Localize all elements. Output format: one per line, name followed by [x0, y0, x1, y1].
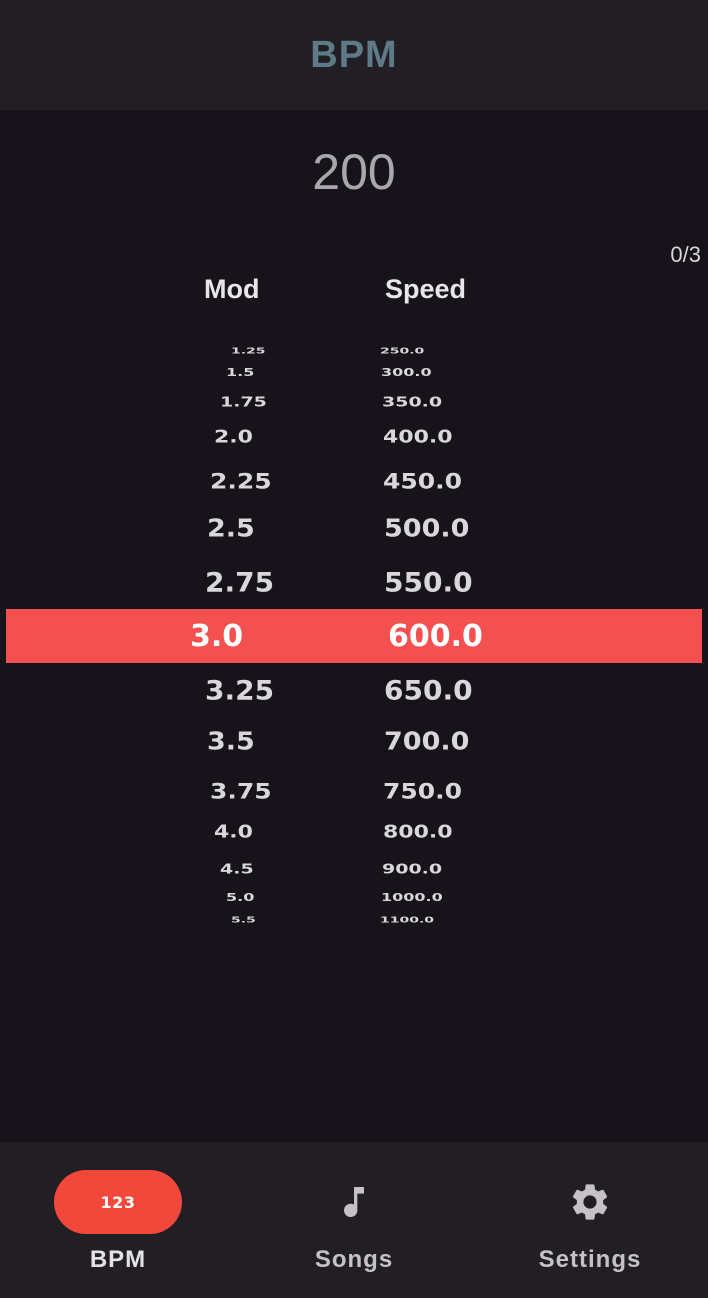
picker-row[interactable]: 5.5 1100.0 — [0, 914, 708, 926]
picker-mod-value: 2.5 — [207, 514, 255, 544]
picker-speed-value: 750.0 — [383, 778, 463, 804]
picker-speed-value: 300.0 — [381, 366, 432, 380]
picker-mod-value: 2.0 — [214, 427, 253, 448]
picker-row[interactable]: 3.75 750.0 — [0, 774, 708, 808]
column-header-speed: Speed — [385, 274, 467, 304]
nav-item-settings[interactable]: Settings — [472, 1142, 708, 1298]
nav-indicator-settings — [526, 1170, 654, 1234]
picker-speed-value: 700.0 — [384, 727, 470, 757]
picker-mod-value: 1.75 — [220, 394, 267, 410]
picker-mod-value: 3.0 — [190, 618, 244, 654]
picker-mod-value: 3.25 — [205, 674, 275, 706]
nav-label-songs: Songs — [314, 1246, 394, 1273]
picker-mod-value: 1.25 — [231, 346, 266, 356]
picker-speed-value: 550.0 — [384, 566, 473, 598]
picker-speed-value: 500.0 — [384, 514, 470, 544]
picker-row[interactable]: 3.25 650.0 — [0, 668, 708, 711]
picker-row[interactable]: 1.25 250.0 — [0, 345, 708, 357]
picker-mod-value: 3.75 — [210, 778, 272, 804]
picker-speed-value: 400.0 — [383, 427, 453, 448]
mod-speed-picker-wheel[interactable]: 1.25 250.0 1.5 300.0 1.75 350.0 2.0 400.0 2.25 45… — [0, 330, 708, 930]
bpm-value[interactable]: 200 — [0, 143, 708, 201]
nav-indicator-bpm: 123 — [54, 1170, 182, 1234]
gear-icon — [572, 1184, 608, 1220]
picker-row[interactable]: 4.0 800.0 — [0, 819, 708, 847]
picker-speed-value: 1100.0 — [380, 915, 435, 925]
picker-row[interactable]: 2.75 550.0 — [0, 560, 708, 603]
nav-item-bpm[interactable]: 123 BPM — [0, 1142, 236, 1298]
app-bar: BPM — [0, 0, 708, 110]
picker-row[interactable]: 1.75 350.0 — [0, 391, 708, 413]
picker-mod-value: 2.75 — [205, 566, 275, 598]
picker-row[interactable]: 2.5 500.0 — [0, 509, 708, 549]
picker-speed-value: 250.0 — [380, 346, 425, 356]
numbers-icon: 123 — [100, 1192, 136, 1212]
picker-row[interactable]: 1.5 300.0 — [0, 365, 708, 382]
picker-mod-value: 2.25 — [210, 468, 272, 494]
picker-speed-value: 600.0 — [388, 618, 483, 654]
picker-row[interactable]: 5.0 1000.0 — [0, 890, 708, 907]
nav-indicator-songs — [290, 1170, 418, 1234]
picker-mod-value: 1.5 — [226, 366, 255, 380]
picker-speed-value: 450.0 — [383, 468, 463, 494]
column-header-mod: Mod — [204, 274, 260, 304]
music-note-icon — [344, 1187, 364, 1218]
picker-row[interactable]: 4.5 900.0 — [0, 858, 708, 880]
picker-speed-value: 1000.0 — [381, 891, 443, 905]
bottom-navigation: 123 BPM Songs Settings — [0, 1142, 708, 1298]
nav-label-bpm: BPM — [89, 1246, 147, 1273]
picker-speed-value: 650.0 — [384, 674, 473, 706]
picker-mod-value: 5.0 — [226, 891, 255, 905]
picker-mod-value: 5.5 — [231, 915, 256, 925]
app-title: BPM — [310, 33, 398, 76]
picker-row[interactable]: 2.0 400.0 — [0, 424, 708, 452]
picker-mod-value: 4.0 — [214, 822, 253, 843]
picker-speed-value: 350.0 — [382, 394, 443, 410]
counter-label: 0/3 — [670, 242, 701, 267]
picker-row[interactable]: 3.5 700.0 — [0, 722, 708, 762]
picker-mod-value: 4.5 — [220, 861, 254, 877]
picker-speed-value: 900.0 — [382, 861, 443, 877]
nav-label-settings: Settings — [538, 1246, 642, 1273]
picker-row[interactable]: 2.25 450.0 — [0, 464, 708, 498]
picker-speed-value: 800.0 — [383, 822, 453, 843]
picker-row-selected[interactable]: 3.0 600.0 — [0, 612, 708, 660]
nav-item-songs[interactable]: Songs — [236, 1142, 472, 1298]
picker-mod-value: 3.5 — [207, 727, 255, 757]
